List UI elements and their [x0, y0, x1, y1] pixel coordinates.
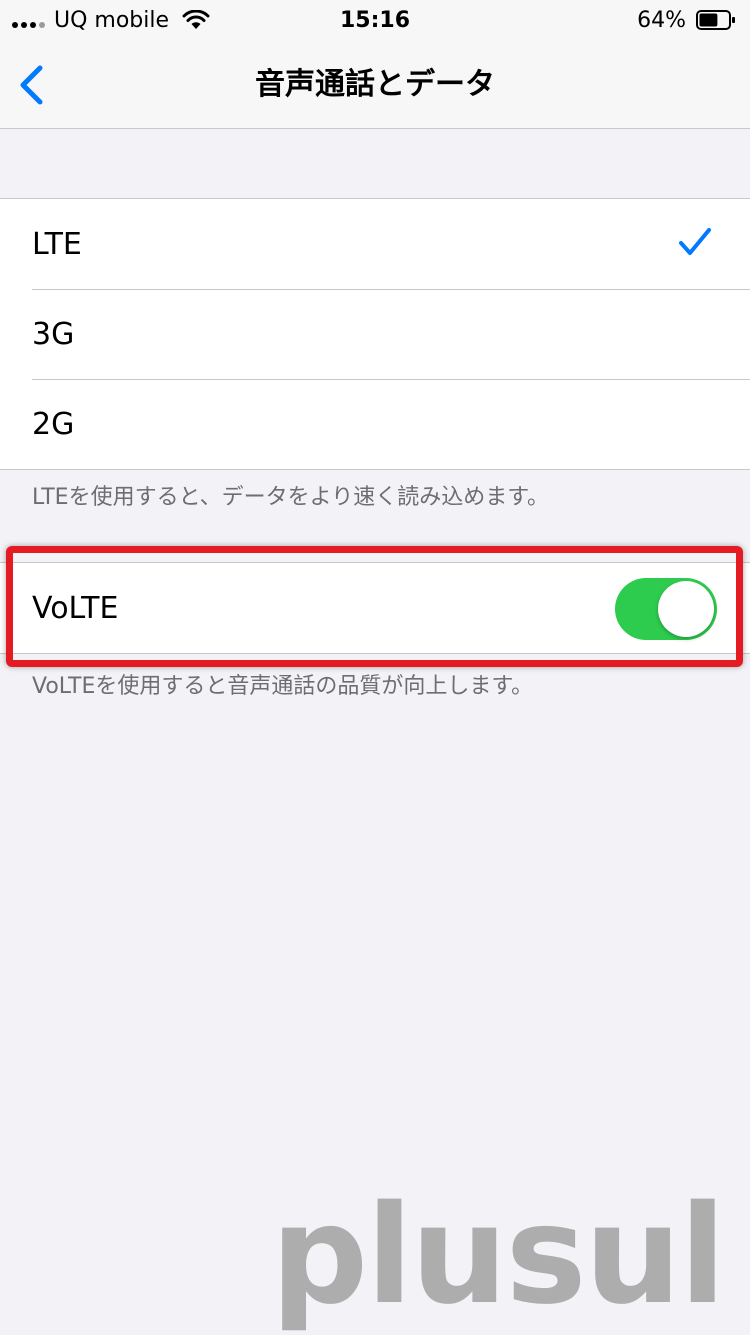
status-bar: UQ mobile 15:16 64% [0, 0, 750, 40]
network-option-label: 3G [32, 317, 75, 352]
network-option-lte[interactable]: LTE [0, 199, 750, 289]
battery-percentage: 64% [637, 8, 686, 33]
network-options-list: LTE 3G 2G [0, 198, 750, 470]
watermark-logo: plusul [270, 1177, 726, 1335]
volte-toggle[interactable] [615, 578, 717, 640]
volte-footer-note: VoLTEを使用すると音声通話の品質が向上します。 [32, 674, 534, 699]
checkmark-icon [679, 228, 711, 255]
network-option-label: LTE [32, 227, 82, 262]
network-option-label: 2G [32, 407, 75, 442]
lte-footer-note: LTEを使用すると、データをより速く読み込めます。 [32, 485, 550, 510]
volte-row: VoLTE [0, 562, 750, 654]
page-title: 音声通話とデータ [255, 67, 495, 102]
network-option-3g[interactable]: 3G [0, 289, 750, 379]
navigation-bar: 音声通話とデータ [0, 40, 750, 129]
toggle-knob [658, 581, 714, 637]
battery-icon [696, 10, 735, 30]
volte-label: VoLTE [32, 591, 119, 626]
network-option-2g[interactable]: 2G [0, 379, 750, 469]
